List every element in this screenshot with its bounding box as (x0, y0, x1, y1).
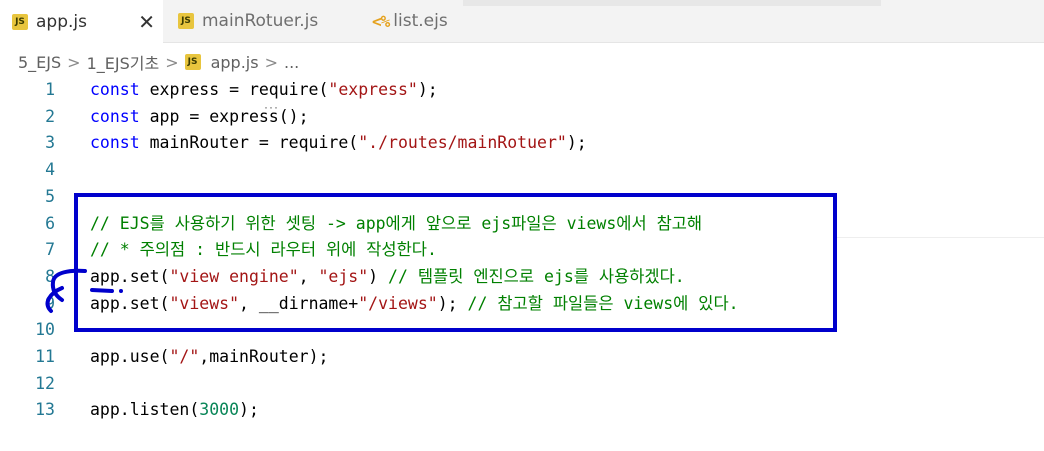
line-number: 6 (45, 213, 55, 233)
code-line[interactable]: 10 (0, 316, 1044, 343)
code-token: // EJS를 사용하기 위한 셋팅 -> app에게 앞으로 ejs파일은 v… (90, 213, 703, 233)
code-token: "view engine" (169, 266, 299, 286)
code-token: , __dirname+ (239, 293, 359, 313)
line-number: 2 (45, 106, 55, 126)
tab-label: mainRotuer.js (202, 11, 319, 31)
tab-mainrotuer-js[interactable]: JS mainRotuer.js (166, 0, 356, 42)
js-file-icon: JS (184, 54, 201, 70)
close-icon[interactable]: ✕ (138, 10, 155, 34)
code-text[interactable]: app.use("/",mainRouter); (90, 343, 328, 370)
code-token: , (298, 266, 319, 286)
js-file-icon: JS (178, 13, 194, 29)
line-number: 4 (45, 160, 55, 180)
code-token: ,mainRouter); (199, 347, 329, 366)
code-line[interactable]: 3 const mainRouter = require("./routes/ma… (0, 129, 1044, 156)
code-token: ); (566, 133, 587, 153)
code-token: app.set( (90, 293, 170, 313)
tab-list-ejs[interactable]: <% list.ejs (360, 0, 463, 42)
code-token: ); (417, 80, 438, 99)
code-line[interactable]: 1 const express = require("express"); (0, 76, 1044, 103)
tab-app-js[interactable]: JS app.js ✕ (0, 0, 163, 43)
code-token: const (90, 133, 140, 153)
code-text[interactable]: const express = require("express"); (90, 76, 438, 103)
code-token: app.set( (90, 266, 170, 286)
line-number: 9 (45, 293, 55, 313)
breadcrumb-symbols[interactable]: ... (284, 53, 299, 72)
code-line[interactable]: 6 // EJS를 사용하기 위한 셋팅 -> app에게 앞으로 ejs파일은 … (0, 210, 1044, 237)
code-text[interactable]: app.listen(3000); (90, 396, 259, 423)
code-token: // * 주의점 : 반드시 라우터 위에 작성한다. (90, 240, 437, 260)
code-token: ); (239, 400, 259, 420)
code-token: const (90, 80, 140, 99)
code-token: const (90, 106, 140, 126)
code-editor[interactable]: 1 const express = require("express"); 2 con… (0, 76, 1044, 451)
line-number: 11 (35, 347, 55, 366)
code-token: // 참고할 파일들은 views에 있다. (467, 293, 739, 313)
js-file-icon: JS (12, 13, 28, 30)
breadcrumb: 5_EJS > 1_EJS기초 > JS app.js > ... (18, 50, 299, 74)
code-token: app.listen( (90, 400, 200, 420)
code-token: "/views" (358, 293, 438, 313)
code-text[interactable]: const mainRouter = require("./routes/mai… (90, 129, 587, 156)
code-token: "/" (169, 347, 200, 366)
ellipsis-hint: ··· (264, 100, 279, 114)
code-token: 3000 (199, 400, 240, 420)
code-text[interactable]: // EJS를 사용하기 위한 셋팅 -> app에게 앞으로 ejs파일은 v… (90, 210, 702, 237)
line-number: 5 (45, 186, 55, 206)
breadcrumb-folder-1-ejs[interactable]: 1_EJS기초 (87, 50, 160, 74)
code-line[interactable]: 13 app.listen(3000); (0, 396, 1044, 423)
code-token: "express" (328, 80, 418, 99)
code-line[interactable]: 8 app.set("view engine", "ejs") // 템플릿 엔진… (0, 263, 1044, 290)
ejs-file-icon: <% (372, 11, 390, 31)
code-token: "ejs" (318, 266, 369, 286)
current-line-highlight (836, 237, 1044, 238)
line-number: 12 (35, 373, 55, 393)
code-token: ); (437, 293, 468, 313)
code-line[interactable]: 9 app.set("views", __dirname+"/views"); /… (0, 290, 1044, 317)
tab-label: app.js (36, 11, 87, 32)
code-text[interactable]: // * 주의점 : 반드시 라우터 위에 작성한다. (90, 236, 437, 263)
code-line[interactable]: 12 (0, 370, 1044, 397)
code-line[interactable]: 11 app.use("/",mainRouter); (0, 343, 1044, 370)
line-number: 10 (35, 320, 55, 340)
code-token: mainRouter = require( (139, 133, 359, 153)
code-token: app.use( (90, 347, 170, 366)
code-line[interactable]: 2 const app = express(); (0, 103, 1044, 130)
code-text[interactable]: app.set("views", __dirname+"/views"); //… (90, 290, 739, 317)
chevron-right-icon: > (165, 52, 179, 72)
title-strip (463, 0, 881, 6)
code-token: express = require( (139, 80, 329, 99)
line-number: 3 (45, 133, 55, 153)
chevron-right-icon: > (67, 52, 81, 72)
line-number: 8 (45, 266, 55, 286)
chevron-right-icon: > (264, 52, 278, 72)
code-token: "views" (169, 293, 240, 313)
code-text[interactable]: app.set("view engine", "ejs") // 템플릿 엔진으… (90, 263, 685, 290)
code-token: ) (368, 266, 389, 286)
code-line[interactable]: 5 (0, 183, 1044, 210)
tab-label: list.ejs (393, 11, 448, 31)
breadcrumb-file-app-js[interactable]: app.js (211, 53, 259, 72)
breadcrumb-folder-5-ejs[interactable]: 5_EJS (18, 53, 61, 72)
tab-bar: JS app.js ✕ JS mainRotuer.js <% list.ejs (0, 0, 1044, 43)
code-line[interactable]: 7 // * 주의점 : 반드시 라우터 위에 작성한다. (0, 236, 1044, 263)
line-number: 7 (45, 240, 55, 260)
code-token: app = express(); (139, 106, 309, 126)
line-number: 13 (35, 400, 55, 420)
code-token: "./routes/mainRotuer" (358, 133, 567, 153)
code-token: // 템플릿 엔진으로 ejs를 사용하겠다. (388, 266, 685, 286)
code-line[interactable]: 4 (0, 156, 1044, 183)
line-number: 1 (45, 80, 55, 99)
